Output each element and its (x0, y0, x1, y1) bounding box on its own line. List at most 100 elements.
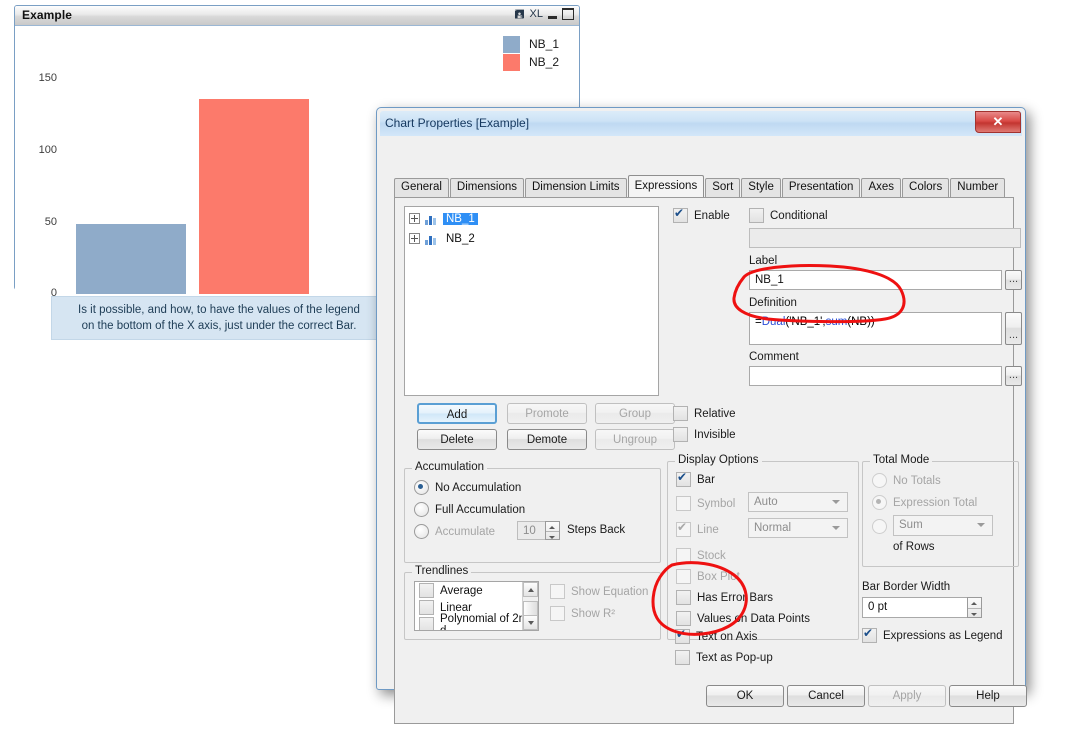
expand-icon[interactable] (409, 233, 420, 244)
add-button[interactable]: Add (417, 403, 497, 424)
bar-border-width-input[interactable]: 0 pt (862, 597, 982, 618)
delete-button[interactable]: Delete (417, 429, 497, 450)
display-option-text-as-popup[interactable]: Text as Pop-up (675, 650, 773, 665)
display-option-text-on-axis[interactable]: Text on Axis (675, 627, 757, 644)
bar-border-width-spinner[interactable] (967, 597, 982, 618)
comment-input[interactable] (749, 366, 1002, 386)
radio-icon[interactable] (872, 473, 887, 488)
spinner-down-icon[interactable] (546, 530, 559, 541)
demote-button[interactable]: Demote (507, 429, 587, 450)
close-icon[interactable]: ✕ (975, 111, 1021, 133)
checkbox-icon[interactable] (673, 206, 688, 223)
promote-button[interactable]: Promote (507, 403, 587, 424)
invisible-checkbox[interactable]: Invisible (673, 427, 736, 442)
dialog-titlebar[interactable]: Chart Properties [Example] ✕ (380, 111, 1022, 136)
radio-full-accumulation[interactable]: Full Accumulation (414, 502, 525, 517)
checkbox-icon[interactable] (419, 583, 434, 598)
radio-accumulate[interactable]: Accumulate (414, 524, 495, 539)
show-r2-checkbox[interactable]: Show R² (550, 606, 615, 621)
checkbox-icon[interactable] (676, 548, 691, 563)
line-combobox[interactable]: Normal (748, 518, 848, 538)
bar-NB_1[interactable] (76, 224, 186, 294)
radio-expression-total[interactable]: Expression Total (872, 495, 977, 510)
tab-axes[interactable]: Axes (861, 178, 902, 197)
tab-colors[interactable]: Colors (902, 178, 950, 197)
checkbox-icon[interactable] (673, 406, 688, 421)
scroll-up-icon[interactable] (523, 582, 538, 597)
bar-NB_2[interactable] (199, 99, 309, 294)
aggregate-combobox[interactable]: Sum (893, 515, 993, 536)
tab-dimension-limits[interactable]: Dimension Limits (525, 178, 627, 197)
comment-browse-button[interactable]: ... (1005, 366, 1022, 386)
display-option-stock[interactable]: Stock (676, 548, 726, 563)
tab-style[interactable]: Style (741, 178, 781, 197)
radio-icon[interactable] (872, 519, 887, 534)
checkbox-icon[interactable] (749, 208, 764, 223)
maximize-icon[interactable] (562, 8, 574, 20)
scroll-down-icon[interactable] (523, 615, 538, 630)
show-equation-checkbox[interactable]: Show Equation (550, 584, 648, 599)
help-button[interactable]: Help (949, 685, 1027, 707)
definition-input[interactable]: =Dual('NB_1',sum(NB)) (749, 312, 1002, 345)
tab-general[interactable]: General (394, 178, 449, 197)
display-option-values-on-data-points[interactable]: Values on Data Points (676, 611, 810, 626)
trendlines-scrollbar[interactable] (522, 582, 538, 630)
apply-button[interactable]: Apply (868, 685, 946, 707)
display-option-has-error-bars[interactable]: Has Error Bars (676, 590, 773, 605)
display-option-symbol[interactable]: Symbol (676, 496, 735, 511)
tab-expressions[interactable]: Expressions (627, 175, 705, 197)
checkbox-icon[interactable] (675, 650, 690, 665)
spinner-down-icon[interactable] (968, 607, 981, 619)
tab-presentation[interactable]: Presentation (781, 178, 861, 197)
checkbox-icon[interactable] (673, 427, 688, 442)
minimize-icon[interactable] (548, 15, 557, 19)
enable-checkbox[interactable]: Enable (673, 206, 730, 223)
legend-item-NB_1[interactable]: NB_1 (502, 35, 559, 53)
radio-icon[interactable] (414, 524, 429, 539)
trendlines-list[interactable]: Average Linear Polynomial of 2nd d (414, 581, 539, 631)
checkbox-icon[interactable] (676, 470, 691, 487)
checkbox-icon[interactable] (676, 496, 691, 511)
checkbox-icon[interactable] (419, 600, 434, 615)
expressions-as-legend-checkbox[interactable]: Expressions as Legend (862, 626, 1003, 643)
checkbox-icon[interactable] (676, 611, 691, 626)
checkbox-icon[interactable] (419, 617, 434, 630)
radio-icon[interactable] (414, 480, 429, 495)
spinner-up-icon[interactable] (546, 522, 559, 531)
list-item[interactable]: Polynomial of 2nd d (415, 613, 538, 630)
expressions-tree[interactable]: NB_1 NB_2 (404, 206, 659, 396)
tab-sort[interactable]: Sort (705, 178, 741, 197)
display-option-box-plot[interactable]: Box Plot (676, 569, 740, 584)
list-item[interactable]: Average (415, 582, 538, 599)
tree-item-NB_1[interactable]: NB_1 (405, 210, 658, 227)
radio-no-accumulation[interactable]: No Accumulation (414, 480, 521, 495)
checkbox-icon[interactable] (676, 569, 691, 584)
checkbox-icon[interactable] (676, 520, 691, 537)
checkbox-icon[interactable] (550, 606, 565, 621)
display-option-bar[interactable]: Bar (676, 470, 715, 487)
radio-no-totals[interactable]: No Totals (872, 473, 941, 488)
expand-icon[interactable] (409, 213, 420, 224)
checkbox-icon[interactable] (862, 626, 877, 643)
spinner-up-icon[interactable] (968, 598, 981, 608)
radio-aggregate[interactable] (872, 519, 893, 534)
definition-browse-button[interactable]: ... (1005, 312, 1022, 345)
checkbox-icon[interactable] (676, 590, 691, 605)
checkbox-icon[interactable] (675, 627, 690, 644)
relative-checkbox[interactable]: Relative (673, 406, 736, 421)
conditional-checkbox[interactable]: Conditional (749, 208, 828, 223)
ok-button[interactable]: OK (706, 685, 784, 707)
radio-icon[interactable] (872, 495, 887, 510)
symbol-combobox[interactable]: Auto (748, 492, 848, 512)
legend-item-NB_2[interactable]: NB_2 (502, 53, 559, 71)
conditional-input[interactable] (749, 228, 1021, 248)
tab-dimensions[interactable]: Dimensions (449, 178, 524, 197)
steps-back-spinner[interactable] (545, 521, 560, 540)
tree-item-NB_2[interactable]: NB_2 (405, 230, 658, 247)
display-option-line[interactable]: Line (676, 520, 719, 537)
excel-export-icon[interactable]: XL (530, 8, 543, 20)
label-input[interactable]: NB_1 (749, 270, 1002, 290)
checkbox-icon[interactable] (550, 584, 565, 599)
cancel-button[interactable]: Cancel (787, 685, 865, 707)
save-icon[interactable]: 🖪 (514, 8, 524, 20)
